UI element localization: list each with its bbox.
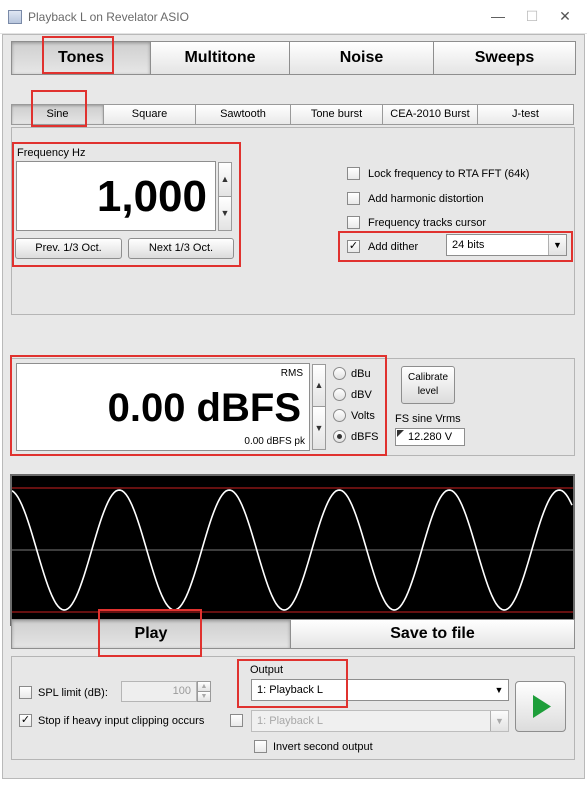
level-mode: RMS (280, 368, 303, 379)
chevron-down-icon: ▼ (490, 711, 508, 731)
fs-sine-value: 12.280 V (408, 431, 453, 443)
minimize-button[interactable]: — (486, 6, 510, 26)
harmonic-distortion-label: Add harmonic distortion (368, 193, 484, 205)
add-dither-checkbox[interactable]: ✓ (347, 240, 360, 253)
unit-volts-label: Volts (351, 410, 375, 422)
chevron-down-icon: ▼ (548, 235, 566, 255)
unit-dbu-radio[interactable] (333, 367, 346, 380)
frequency-up-arrow[interactable]: ▲ (218, 162, 232, 197)
prev-third-octave-button[interactable]: Prev. 1/3 Oct. (15, 238, 122, 259)
tracks-cursor-label: Frequency tracks cursor (368, 217, 486, 229)
level-down-arrow[interactable]: ▼ (312, 406, 326, 450)
second-output-value: 1: Playback L (257, 715, 324, 727)
tab-multitone[interactable]: Multitone (150, 41, 290, 75)
tab-sweeps[interactable]: Sweeps (433, 41, 576, 75)
level-field[interactable]: RMS 0.00 dBFS 0.00 dBFS pk (16, 363, 310, 451)
tracks-cursor-checkbox[interactable] (347, 216, 360, 229)
invert-second-output-checkbox[interactable] (254, 740, 267, 753)
corner-marker-icon (397, 430, 404, 437)
fs-sine-field[interactable]: 12.280 V (395, 428, 465, 446)
output-value: 1: Playback L (257, 684, 324, 696)
tab-noise[interactable]: Noise (289, 41, 434, 75)
tab-j-test[interactable]: J-test (477, 104, 574, 125)
output-select[interactable]: 1: Playback L ▼ (251, 679, 509, 701)
level-value: 0.00 dBFS (107, 386, 301, 430)
frequency-field[interactable]: 1,000 (16, 161, 216, 231)
level-up-arrow[interactable]: ▲ (312, 364, 326, 407)
spl-limit-checkbox[interactable] (19, 686, 32, 699)
window-title: Playback L on Revelator ASIO (28, 10, 189, 24)
tab-sine[interactable]: Sine (11, 104, 104, 125)
dither-bits-select[interactable]: 24 bits ▼ (446, 234, 567, 256)
unit-dbv-label: dBV (351, 389, 372, 401)
play-icon (533, 695, 551, 718)
tab-tones[interactable]: Tones (11, 41, 151, 75)
waveform-plot (12, 487, 573, 613)
stop-clipping-checkbox[interactable]: ✓ (19, 714, 32, 727)
lock-rta-label: Lock frequency to RTA FFT (64k) (368, 168, 530, 180)
tab-cea-2010-burst[interactable]: CEA-2010 Burst (382, 104, 478, 125)
next-third-octave-button[interactable]: Next 1/3 Oct. (128, 238, 234, 259)
lock-rta-checkbox[interactable] (347, 167, 360, 180)
tab-tone-burst[interactable]: Tone burst (290, 104, 383, 125)
level-peak: 0.00 dBFS pk (244, 436, 305, 447)
stop-clipping-label: Stop if heavy input clipping occurs (38, 715, 205, 727)
save-to-file-tab[interactable]: Save to file (290, 619, 575, 649)
fs-sine-label: FS sine Vrms (395, 413, 461, 425)
unit-dbfs-label: dBFS (351, 431, 379, 443)
second-output-select[interactable]: 1: Playback L ▼ (251, 710, 509, 732)
harmonic-distortion-checkbox[interactable] (347, 192, 360, 205)
frequency-label: Frequency Hz (17, 147, 86, 159)
unit-volts-radio[interactable] (333, 409, 346, 422)
play-tab[interactable]: Play (11, 619, 291, 649)
dither-bits-value: 24 bits (452, 239, 485, 251)
frequency-value: 1,000 (96, 172, 207, 221)
close-button[interactable]: ✕ (553, 6, 577, 26)
output-label: Output (250, 664, 284, 676)
add-dither-label: Add dither (368, 241, 419, 253)
invert-second-output-label: Invert second output (273, 741, 373, 753)
spl-down-arrow[interactable]: ▼ (197, 691, 211, 702)
unit-dbu-label: dBu (351, 368, 371, 380)
maximize-button[interactable]: ☐ (520, 6, 544, 26)
play-button[interactable] (515, 681, 566, 732)
second-output-checkbox[interactable] (230, 714, 243, 727)
tab-sawtooth[interactable]: Sawtooth (195, 104, 291, 125)
chevron-down-icon: ▼ (490, 680, 508, 700)
unit-dbv-radio[interactable] (333, 388, 346, 401)
app-icon (8, 10, 22, 24)
spl-limit-field[interactable]: 100 (121, 681, 197, 702)
tab-square[interactable]: Square (103, 104, 196, 125)
spl-limit-label: SPL limit (dB): (38, 687, 108, 699)
frequency-down-arrow[interactable]: ▼ (218, 196, 232, 231)
calibrate-level-button[interactable]: Calibrate level (401, 366, 455, 404)
unit-dbfs-radio[interactable] (333, 430, 346, 443)
waveform-preview (10, 474, 575, 626)
title-bar: Playback L on Revelator ASIO — ☐ ✕ (0, 0, 587, 34)
